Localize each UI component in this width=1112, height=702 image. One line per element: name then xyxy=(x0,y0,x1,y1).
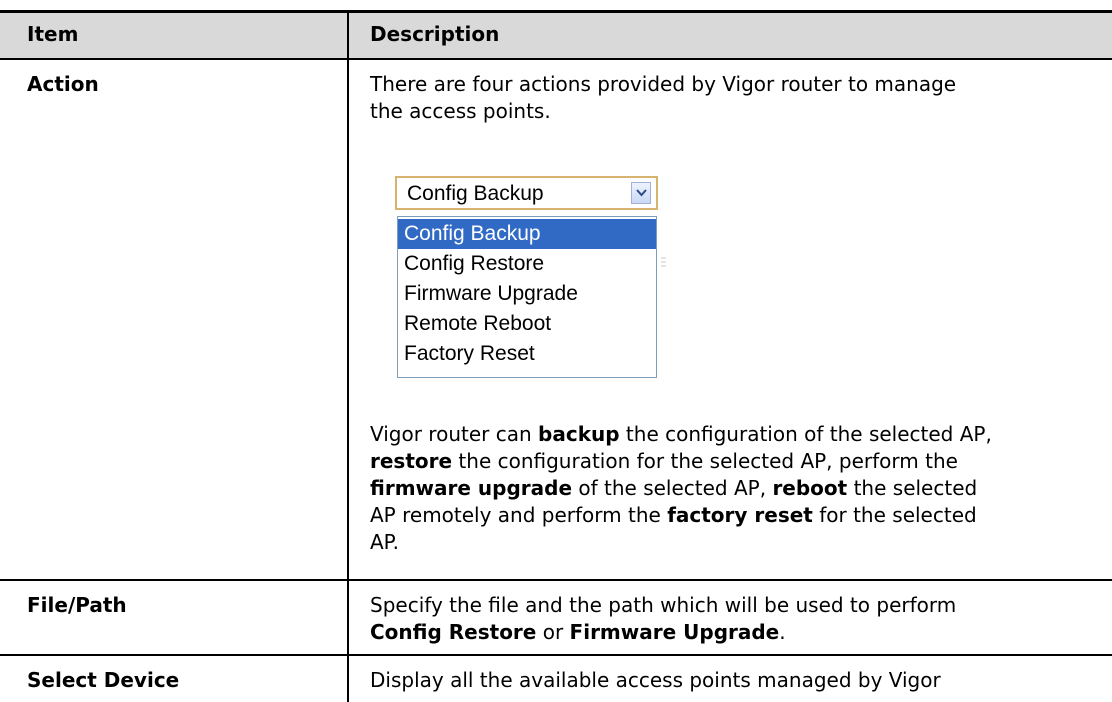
option-firmware-upgrade[interactable]: Firmware Upgrade xyxy=(398,279,656,309)
action-detail-line2: restore the configuration for the select… xyxy=(370,449,958,473)
action-detail-line1: Vigor router can backup the configuratio… xyxy=(370,422,992,446)
header-item: Item xyxy=(27,22,79,46)
option-remote-reboot[interactable]: Remote Reboot xyxy=(398,309,656,339)
column-divider xyxy=(347,13,349,702)
action-select[interactable]: Config Backup xyxy=(395,176,658,210)
option-config-backup[interactable]: Config Backup xyxy=(398,219,656,249)
option-config-restore[interactable]: Config Restore xyxy=(398,249,656,279)
select-device-line1: Display all the available access points … xyxy=(370,668,941,692)
action-detail-line5: AP. xyxy=(370,530,399,554)
resize-grip-icon xyxy=(661,257,666,267)
file-path-line2: Config Restore or Firmware Upgrade. xyxy=(370,620,786,644)
header-divider xyxy=(0,58,1112,60)
chevron-down-icon[interactable] xyxy=(631,182,651,204)
item-select-device: Select Device xyxy=(27,668,180,692)
header-description: Description xyxy=(370,22,500,46)
file-path-line1: Specify the file and the path which will… xyxy=(370,593,957,617)
row-divider xyxy=(0,579,1112,581)
item-file-path: File/Path xyxy=(27,593,127,617)
action-intro-line1: There are four actions provided by Vigor… xyxy=(370,72,957,96)
description-table: Item Description Action There are four a… xyxy=(0,0,1112,702)
action-options-list: Config Backup Config Restore Firmware Up… xyxy=(397,216,657,378)
action-detail-line3: firmware upgrade of the selected AP, reb… xyxy=(370,476,978,500)
item-action: Action xyxy=(27,72,99,96)
row-divider xyxy=(0,654,1112,656)
action-detail-line4: AP remotely and perform the factory rese… xyxy=(370,503,977,527)
option-factory-reset[interactable]: Factory Reset xyxy=(398,339,656,369)
action-select-value: Config Backup xyxy=(407,182,544,205)
table-top-border xyxy=(0,10,1112,13)
action-intro-line2: the access points. xyxy=(370,99,551,123)
